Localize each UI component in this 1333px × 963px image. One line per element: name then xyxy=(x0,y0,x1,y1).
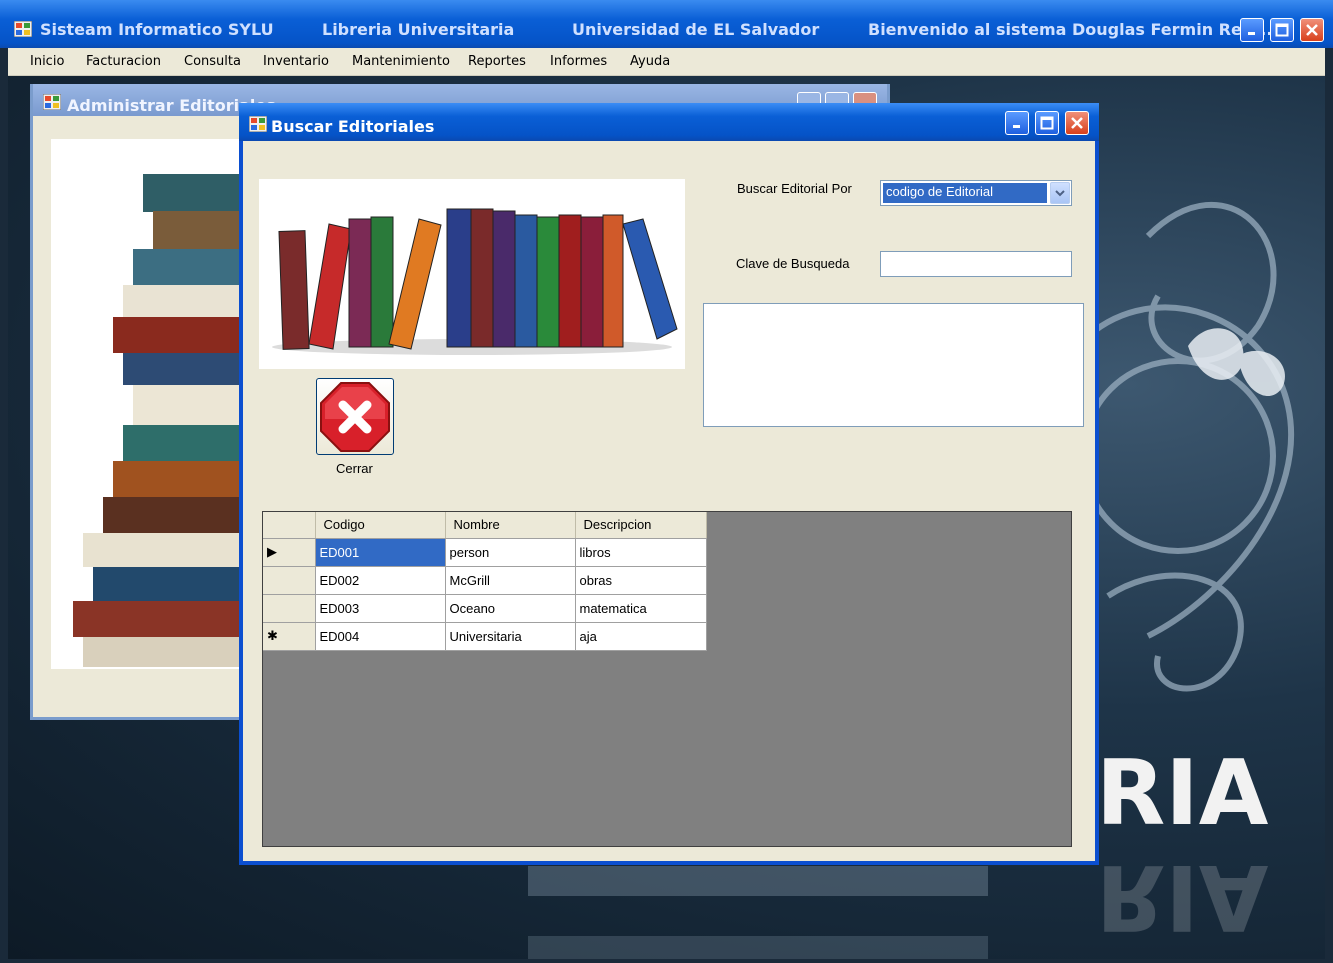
chevron-down-icon xyxy=(1055,190,1065,197)
cell-descripcion[interactable]: aja xyxy=(575,622,707,651)
row-marker[interactable] xyxy=(263,594,316,623)
close-icon xyxy=(1071,117,1083,129)
dialog-titlebar: Buscar Editoriales xyxy=(239,103,1099,141)
column-header-descripcion[interactable]: Descripcion xyxy=(575,512,707,539)
app-name: Sisteam Informatico SYLU xyxy=(40,20,274,39)
maximize-icon xyxy=(1275,23,1289,37)
row-marker[interactable]: ▶ xyxy=(263,538,316,567)
cell-nombre[interactable]: McGrill xyxy=(445,566,576,595)
cell-codigo[interactable]: ED001 xyxy=(315,538,446,567)
cell-descripcion[interactable]: obras xyxy=(575,566,707,595)
search-by-label: Buscar Editorial Por xyxy=(737,181,852,196)
search-key-input[interactable] xyxy=(880,251,1072,277)
cell-descripcion[interactable]: libros xyxy=(575,538,707,567)
dialog-close-button[interactable] xyxy=(1065,111,1089,135)
column-header-codigo[interactable]: Codigo xyxy=(315,512,446,539)
row-marker[interactable] xyxy=(263,566,316,595)
table-row[interactable]: ✱ ED004 Universitaria aja xyxy=(263,622,707,651)
background-text: RIA xyxy=(1096,741,1269,846)
books-image xyxy=(259,179,685,369)
minimize-icon xyxy=(1013,125,1020,128)
column-header-nombre[interactable]: Nombre xyxy=(445,512,576,539)
cell-codigo[interactable]: ED003 xyxy=(315,594,446,623)
window-icon xyxy=(43,94,61,110)
maximize-button[interactable] xyxy=(1270,18,1294,42)
dialog-minimize-button[interactable] xyxy=(1005,111,1029,135)
cell-nombre[interactable]: Universitaria xyxy=(445,622,576,651)
minimize-button[interactable] xyxy=(1240,18,1264,42)
cerrar-button[interactable] xyxy=(316,378,394,455)
welcome-text: Bienvenido al sistema Douglas Fermin Ret… xyxy=(868,20,1279,39)
menu-inicio[interactable]: Inicio xyxy=(30,54,64,69)
results-textbox[interactable] xyxy=(703,303,1084,427)
table-row[interactable]: ED002 McGrill obras xyxy=(263,566,707,595)
menu-reportes[interactable]: Reportes xyxy=(468,54,526,69)
background-text-reflection: RIA xyxy=(1096,844,1269,949)
app-icon xyxy=(14,21,32,37)
grid-table: Codigo Nombre Descripcion ▶ ED001 person… xyxy=(263,512,707,651)
cell-descripcion[interactable]: matematica xyxy=(575,594,707,623)
dropdown-arrow[interactable] xyxy=(1050,182,1070,204)
search-by-value: codigo de Editorial xyxy=(883,183,1047,203)
stop-icon xyxy=(320,382,390,452)
row-header-corner xyxy=(263,512,316,539)
university-name: Universidad de EL Salvador xyxy=(572,20,820,39)
dialog-title: Buscar Editoriales xyxy=(271,117,435,136)
close-button[interactable] xyxy=(1300,18,1324,42)
books-stack-image xyxy=(51,139,243,669)
search-key-label: Clave de Busqueda xyxy=(736,256,850,271)
menu-mantenimiento[interactable]: Mantenimiento xyxy=(352,54,450,69)
dialog-maximize-button[interactable] xyxy=(1035,111,1059,135)
main-titlebar: Sisteam Informatico SYLU Libreria Univer… xyxy=(0,0,1333,48)
cell-nombre[interactable]: Oceano xyxy=(445,594,576,623)
search-by-select[interactable]: codigo de Editorial xyxy=(880,180,1072,206)
row-marker[interactable]: ✱ xyxy=(263,622,316,651)
menu-inventario[interactable]: Inventario xyxy=(263,54,329,69)
library-name: Libreria Universitaria xyxy=(322,20,515,39)
buscar-editoriales-dialog[interactable]: Buscar Editoriales Cerrar Buscar Editori… xyxy=(239,103,1099,865)
cerrar-label: Cerrar xyxy=(336,461,373,476)
minimize-icon xyxy=(1248,32,1255,35)
menu-facturacion[interactable]: Facturacion xyxy=(86,54,161,69)
maximize-icon xyxy=(1040,116,1054,130)
table-row[interactable]: ED003 Oceano matematica xyxy=(263,594,707,623)
cell-codigo[interactable]: ED004 xyxy=(315,622,446,651)
menu-informes[interactable]: Informes xyxy=(550,54,607,69)
menu-consulta[interactable]: Consulta xyxy=(184,54,241,69)
menu-ayuda[interactable]: Ayuda xyxy=(630,54,670,69)
table-row[interactable]: ▶ ED001 person libros xyxy=(263,538,707,567)
close-icon xyxy=(1306,24,1318,36)
cell-codigo[interactable]: ED002 xyxy=(315,566,446,595)
cell-nombre[interactable]: person xyxy=(445,538,576,567)
editoriales-grid[interactable]: Codigo Nombre Descripcion ▶ ED001 person… xyxy=(262,511,1072,847)
window-icon xyxy=(249,116,267,132)
menu-bar: Inicio Facturacion Consulta Inventario M… xyxy=(8,48,1325,76)
